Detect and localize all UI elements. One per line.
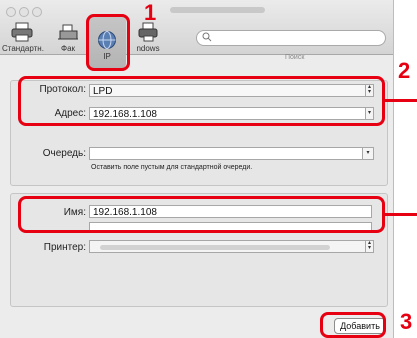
add-printer-window: Стандартн. Фак IP ndows Поиск Протокол: …	[0, 0, 394, 338]
toolbar-item-default[interactable]: Стандартн.	[2, 22, 44, 53]
queue-dropdown-icon[interactable]: ▾	[362, 147, 374, 160]
queue-hint: Оставить поле пустым для стандартной оче…	[91, 164, 253, 171]
callout-number-3: 3	[400, 309, 413, 334]
callout-number-2: 2	[398, 58, 411, 83]
printer-label: Принтер:	[43, 242, 86, 253]
close-window-button[interactable]	[6, 7, 16, 17]
callout-number-1: 1	[144, 0, 157, 25]
callout-line-2	[385, 99, 417, 102]
printer-icon	[2, 22, 42, 42]
toolbar: Стандартн. Фак IP ndows	[0, 0, 393, 68]
printer-select[interactable]	[89, 240, 372, 253]
search-icon	[202, 32, 212, 45]
fax-icon	[54, 22, 82, 42]
zoom-window-button[interactable]	[32, 7, 42, 17]
toolbar-item-label: Фак	[60, 44, 76, 53]
printer-stepper-icon[interactable]: ▴ ▾	[365, 240, 374, 253]
window-title-blurred	[170, 7, 265, 13]
callout-box-1	[86, 14, 130, 71]
toolbar-item-windows[interactable]: ndows	[130, 22, 166, 53]
minimize-window-button[interactable]	[19, 7, 29, 17]
search-field[interactable]	[196, 30, 386, 46]
printer-value-blurred	[100, 245, 330, 250]
callout-box-2	[18, 76, 385, 126]
callout-line-name	[385, 213, 417, 216]
toolbar-item-label: Стандартн.	[2, 44, 44, 53]
toolbar-item-label: ndows	[136, 44, 160, 53]
callout-box-3	[320, 312, 386, 338]
callout-box-name	[18, 196, 385, 233]
toolbar-item-fax[interactable]: Фак	[54, 22, 82, 53]
queue-label: Очередь:	[42, 148, 86, 159]
search-placeholder: Поиск	[285, 54, 305, 61]
queue-field[interactable]	[89, 147, 372, 160]
